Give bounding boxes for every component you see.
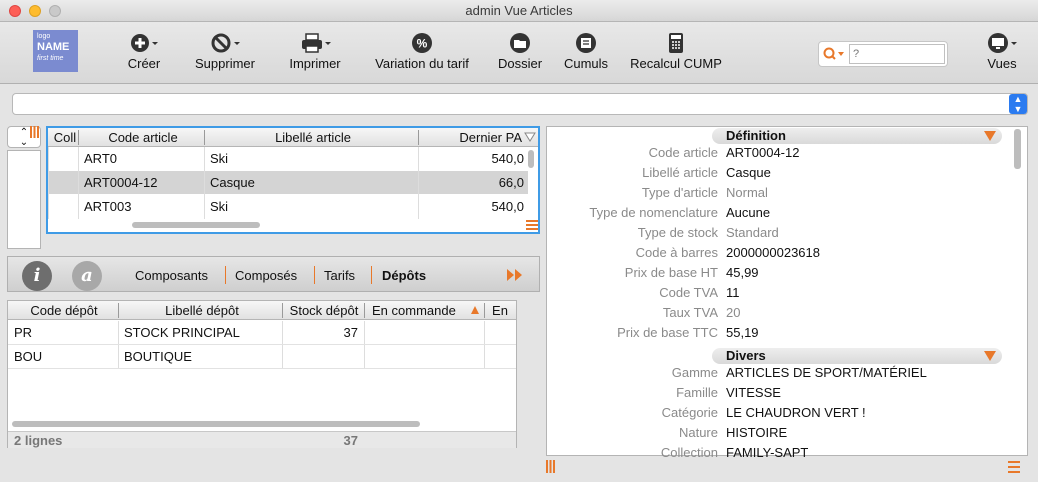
detail-field: Famille VITESSE <box>548 385 1010 405</box>
field-label: Nature <box>678 425 718 440</box>
field-label: Collection <box>660 445 718 458</box>
field-value[interactable]: HISTOIRE <box>726 425 787 440</box>
field-value[interactable]: FAMILY-SAPT <box>726 445 808 458</box>
field-value[interactable]: VITESSE <box>726 385 781 400</box>
menu-lines-icon[interactable] <box>1008 461 1020 473</box>
detail-field: Collection FAMILY-SAPT <box>548 445 1010 458</box>
field-value[interactable]: ARTICLES DE SPORT/MATÉRIEL <box>726 365 927 380</box>
detail-field: Nature HISTOIRE <box>548 425 1010 445</box>
field-value[interactable]: LE CHAUDRON VERT ! <box>726 405 866 420</box>
column-handle-icon[interactable] <box>546 460 556 473</box>
detail-field: Catégorie LE CHAUDRON VERT ! <box>548 405 1010 425</box>
field-label: Gamme <box>671 365 718 380</box>
detail-field: Gamme ARTICLES DE SPORT/MATÉRIEL <box>548 365 1010 385</box>
field-label: Catégorie <box>661 405 718 420</box>
field-label: Famille <box>676 385 718 400</box>
